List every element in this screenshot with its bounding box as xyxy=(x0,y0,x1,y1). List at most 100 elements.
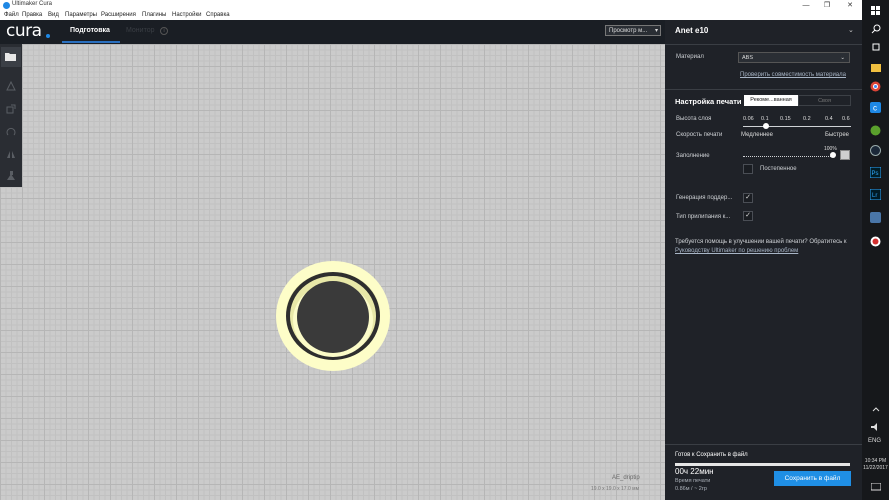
taskbar-app-utorrent[interactable] xyxy=(869,124,882,137)
taskbar-app-recorder[interactable] xyxy=(869,235,882,248)
chevron-down-icon: ▾ xyxy=(654,28,658,34)
print-setup-title: Настройка печати xyxy=(675,97,742,106)
troubleshooting-link[interactable]: Руководству Ultimaker по решению проблем xyxy=(675,248,798,254)
app-header: cura Подготовка Монитор i Просмотр м... … xyxy=(0,20,665,44)
infill-slider[interactable] xyxy=(743,155,833,157)
menu-edit[interactable]: Правка xyxy=(22,12,42,18)
windows-start-button[interactable] xyxy=(869,4,882,17)
infill-label: Заполнение xyxy=(676,153,710,159)
infill-swatch xyxy=(840,150,850,160)
menu-help[interactable]: Справка xyxy=(206,12,230,18)
check-compatibility-link[interactable]: Проверить совместимость материала xyxy=(740,72,846,78)
layer-height-handle[interactable] xyxy=(763,123,769,129)
maximize-button[interactable]: ❐ xyxy=(818,0,836,11)
minimize-button[interactable]: — xyxy=(797,0,815,11)
layer-tick: 0.15 xyxy=(780,116,791,122)
layer-tick: 0.1 xyxy=(761,116,769,122)
print-speed-label: Скорость печати xyxy=(676,132,723,138)
menu-extensions[interactable]: Расширения xyxy=(101,12,136,18)
windows-taskbar: c Ps Lr ENG 10:34 PM 11/22/2017 xyxy=(862,0,889,500)
menu-file[interactable]: Файл xyxy=(4,12,19,18)
layer-height-label: Высота слоя xyxy=(676,116,712,122)
layer-tick: 0.4 xyxy=(825,116,833,122)
windows-logo-icon xyxy=(870,5,880,15)
check-icon: ✓ xyxy=(745,194,751,201)
scale-tool[interactable] xyxy=(1,99,21,119)
notifications-button[interactable] xyxy=(869,481,882,494)
vk-icon xyxy=(870,212,881,223)
model-hole xyxy=(297,281,369,353)
adhesion-checkbox[interactable]: ✓ xyxy=(743,211,753,221)
taskbar-app-vk[interactable] xyxy=(869,211,882,224)
taskbar-app-photoshop[interactable]: Ps xyxy=(869,166,882,179)
model-dimensions: 19.0 x 19.0 x 17.0 мм xyxy=(591,486,640,492)
gradual-infill-checkbox[interactable] xyxy=(743,164,753,174)
check-icon: ✓ xyxy=(745,212,751,219)
rotate-icon xyxy=(6,127,16,136)
view-mode-select[interactable]: Просмотр м... ▾ xyxy=(605,25,661,36)
model-ring[interactable] xyxy=(276,260,391,372)
menu-preferences[interactable]: Настройки xyxy=(172,12,201,18)
chevron-down-icon[interactable]: ⌄ xyxy=(848,26,854,34)
taskbar-app-cura[interactable]: c xyxy=(869,101,882,114)
taskbar-app-lightroom[interactable]: Lr xyxy=(869,188,882,201)
support-checkbox[interactable]: ✓ xyxy=(743,193,753,203)
tab-monitor[interactable]: Монитор xyxy=(126,27,155,34)
help-text-body: Требуется помощь в улучшении вашей печат… xyxy=(675,239,847,245)
help-text: Требуется помощь в улучшении вашей печат… xyxy=(675,238,855,256)
taskbar-app-chrome[interactable] xyxy=(869,80,882,93)
adhesion-label: Тип прилипания к... xyxy=(676,214,731,220)
clock[interactable]: 10:34 PM 11/22/2017 xyxy=(862,458,889,472)
menu-plugins[interactable]: Плагины xyxy=(142,12,166,18)
search-button[interactable] xyxy=(869,22,882,35)
steam-icon xyxy=(870,145,881,156)
mirror-tool[interactable] xyxy=(1,144,21,164)
tray-overflow-button[interactable] xyxy=(869,402,882,415)
clock-time: 10:34 PM xyxy=(864,458,887,464)
printer-name[interactable]: Anet e10 xyxy=(675,26,708,35)
save-to-file-button[interactable]: Сохранить в файл xyxy=(774,471,851,486)
svg-text:c: c xyxy=(873,104,877,113)
language-indicator[interactable]: ENG xyxy=(868,438,881,444)
notification-icon xyxy=(870,483,881,491)
close-button[interactable]: ✕ xyxy=(841,0,859,11)
tab-prepare[interactable]: Подготовка xyxy=(70,27,110,34)
divider xyxy=(665,89,862,90)
rotate-tool[interactable] xyxy=(1,122,21,142)
cura-app-icon xyxy=(3,2,10,9)
layer-tick: 0.6 xyxy=(842,116,850,122)
task-view-button[interactable] xyxy=(869,40,882,53)
tab-custom[interactable]: Своя xyxy=(798,95,851,106)
open-file-button[interactable] xyxy=(1,47,21,67)
svg-text:Lr: Lr xyxy=(872,193,877,199)
progress-fill xyxy=(675,463,850,466)
move-tool[interactable] xyxy=(1,76,21,96)
taskbar-app-steam[interactable] xyxy=(869,144,882,157)
taskbar-app-explorer[interactable] xyxy=(869,61,882,74)
tool-bar xyxy=(0,44,22,187)
infill-handle[interactable] xyxy=(830,152,836,158)
tab-recommended[interactable]: Рекоме...ванная xyxy=(744,95,798,106)
speed-fast-label: Быстрее xyxy=(825,132,850,138)
menu-view[interactable]: Вид xyxy=(48,12,59,18)
settings-panel: Anet e10 ⌄ Материал ABS ⌄ Проверить совм… xyxy=(665,20,862,500)
layer-tick: 0.06 xyxy=(743,116,754,122)
volume-button[interactable] xyxy=(869,420,882,433)
progress-bar xyxy=(675,463,850,466)
model-name: AE_driptip xyxy=(612,475,640,481)
material-select[interactable]: ABS ⌄ xyxy=(738,52,850,63)
status-text: Готов к Сохранить в файл xyxy=(675,452,748,458)
search-icon xyxy=(871,24,880,33)
menu-bar: Файл Правка Вид Параметры Расширения Пла… xyxy=(0,11,862,20)
open-file-icon xyxy=(5,53,16,61)
folder-icon xyxy=(870,64,881,72)
menu-settings[interactable]: Параметры xyxy=(65,12,97,18)
view-mode-value: Просмотр м... xyxy=(609,28,648,34)
chevron-up-icon xyxy=(872,406,879,411)
support-label: Генерация поддер... xyxy=(676,195,733,201)
layer-height-slider[interactable] xyxy=(743,126,851,127)
per-model-settings-tool[interactable] xyxy=(1,166,21,186)
utorrent-icon xyxy=(870,125,881,136)
material-label: Материал xyxy=(676,54,704,60)
chrome-icon xyxy=(870,81,881,92)
